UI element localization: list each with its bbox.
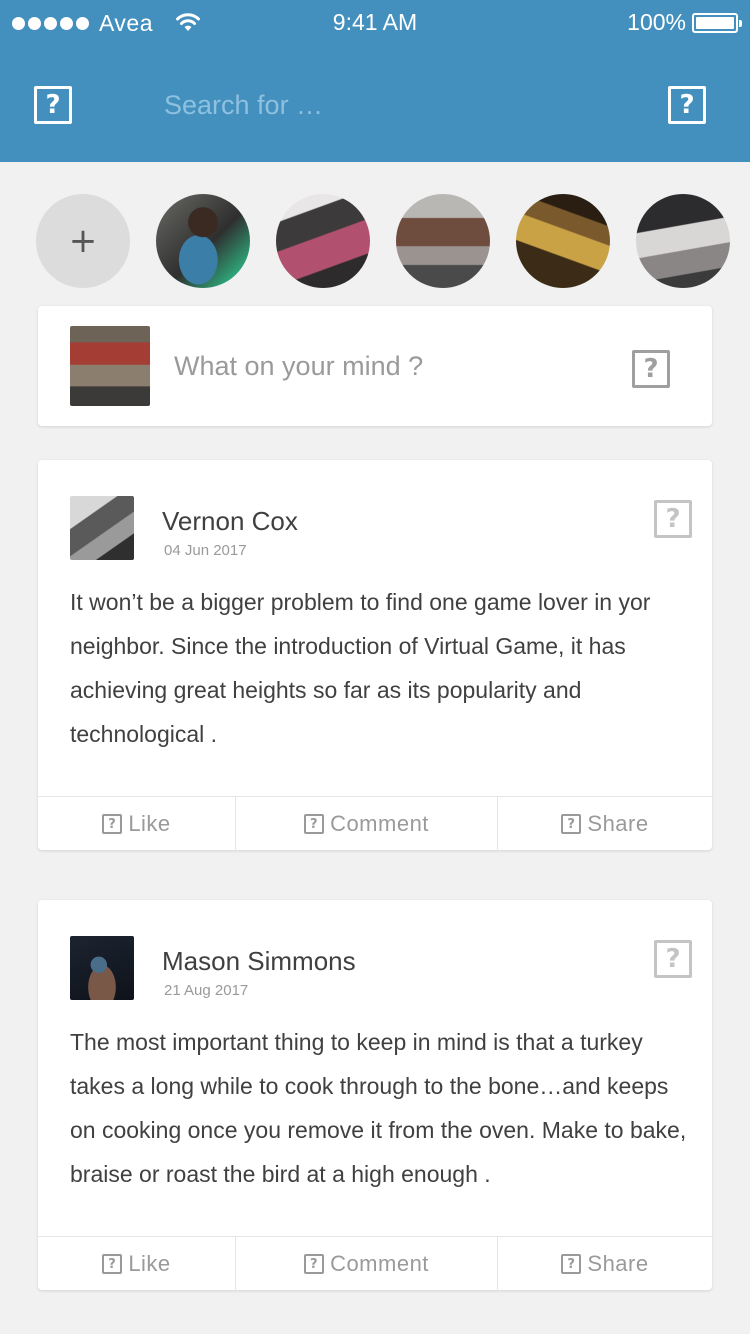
post-text: The most important thing to keep in mind…	[70, 1029, 687, 1187]
comment-label: Comment	[330, 1251, 429, 1276]
story-avatar[interactable]	[276, 194, 370, 288]
add-story-button[interactable]: +	[36, 194, 130, 288]
like-button[interactable]: ? Like	[38, 797, 235, 851]
comment-icon: ?	[304, 1254, 325, 1274]
post-text: It won’t be a bigger problem to find one…	[70, 589, 651, 747]
battery-percent: 100%	[627, 9, 686, 35]
post-actions: ? Like ? Comment ? Share	[38, 1236, 712, 1291]
post-menu-icon[interactable]: ?	[654, 500, 692, 538]
author-name[interactable]: Vernon Cox	[162, 506, 298, 537]
battery-icon	[692, 12, 742, 33]
share-label: Share	[587, 811, 649, 836]
author-name[interactable]: Mason Simmons	[162, 946, 356, 977]
story-avatar[interactable]	[516, 194, 610, 288]
comment-icon: ?	[304, 814, 325, 834]
comment-button[interactable]: ? Comment	[235, 797, 497, 851]
status-bar: Avea 9:41 AM 100%	[0, 0, 750, 44]
like-button[interactable]: ? Like	[38, 1237, 235, 1291]
share-icon: ?	[561, 1254, 582, 1274]
post-menu-icon[interactable]: ?	[654, 940, 692, 978]
story-avatar[interactable]	[396, 194, 490, 288]
status-input[interactable]	[174, 344, 614, 388]
author-avatar[interactable]	[70, 936, 134, 1000]
like-label: Like	[128, 1251, 171, 1276]
like-label: Like	[128, 811, 171, 836]
composer-attach-icon[interactable]: ?	[632, 350, 670, 388]
post-card: Vernon Cox 04 Jun 2017 ? It won’t be a b…	[38, 460, 712, 851]
comment-button[interactable]: ? Comment	[235, 1237, 497, 1291]
user-avatar	[70, 326, 150, 406]
stories-row: +	[0, 194, 750, 288]
header-left-icon[interactable]: ?	[34, 86, 72, 124]
like-icon: ?	[102, 814, 123, 834]
search-input[interactable]	[164, 84, 624, 126]
story-avatar[interactable]	[636, 194, 730, 288]
author-avatar[interactable]	[70, 496, 134, 560]
share-icon: ?	[561, 814, 582, 834]
post-date: 21 Aug 2017	[164, 982, 249, 999]
story-avatar[interactable]	[156, 194, 250, 288]
post-card: Mason Simmons 21 Aug 2017 ? The most imp…	[38, 900, 712, 1291]
app-header: Avea 9:41 AM 100% ? ?	[0, 0, 750, 162]
header-right-icon[interactable]: ?	[668, 86, 706, 124]
battery-status: 100%	[627, 9, 742, 36]
comment-label: Comment	[330, 811, 429, 836]
share-label: Share	[587, 1251, 649, 1276]
post-composer: ?	[38, 306, 712, 426]
like-icon: ?	[102, 1254, 123, 1274]
post-actions: ? Like ? Comment ? Share	[38, 796, 712, 851]
share-button[interactable]: ? Share	[497, 797, 712, 851]
share-button[interactable]: ? Share	[497, 1237, 712, 1291]
post-date: 04 Jun 2017	[164, 542, 247, 559]
